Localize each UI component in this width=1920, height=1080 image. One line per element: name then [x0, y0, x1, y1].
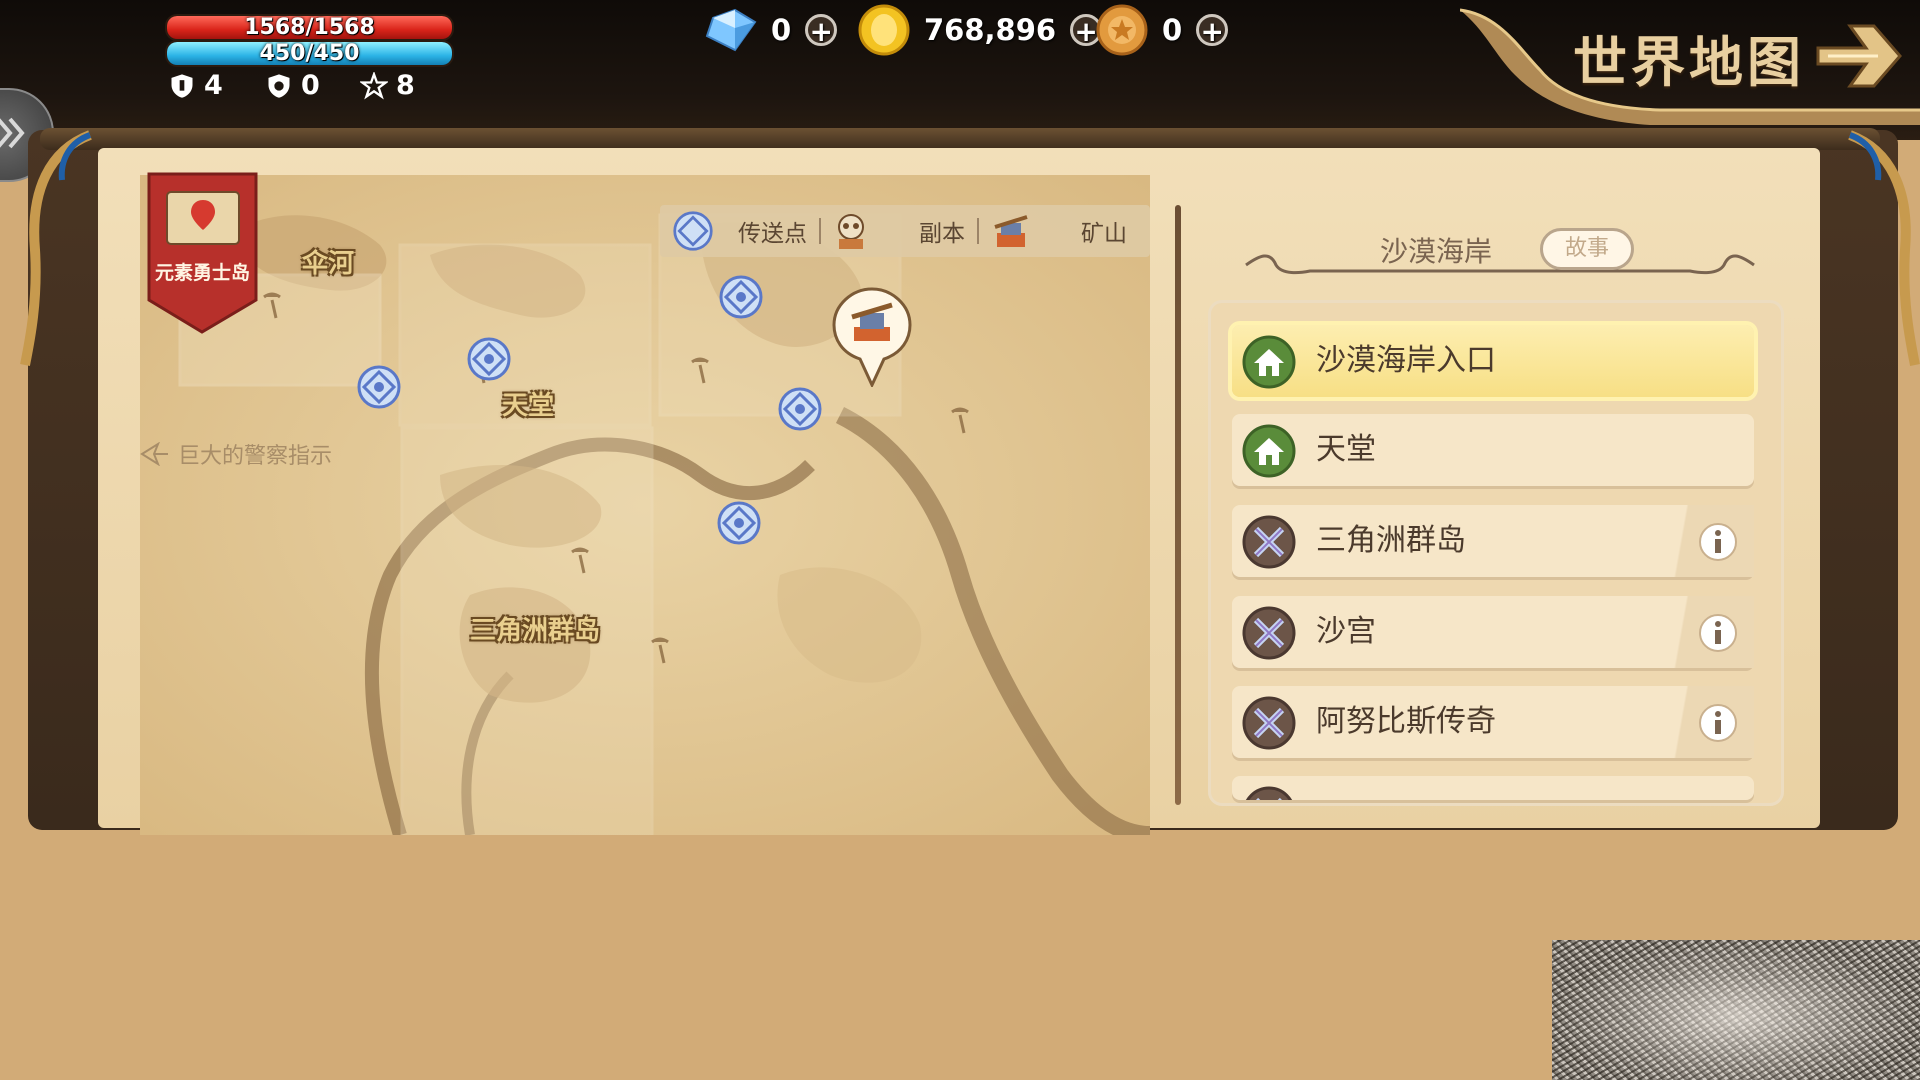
stat-star-value: 8 — [396, 70, 415, 101]
defense-shield-icon — [268, 73, 290, 98]
location-item-delta-islands[interactable]: 三角洲群岛 — [1232, 505, 1754, 577]
frame-corner-left — [20, 130, 92, 366]
region-name: 沙漠海岸 — [1380, 235, 1493, 268]
stat-shield-2: 0 — [265, 70, 320, 101]
location-item-label: 沙宫 — [1316, 614, 1376, 649]
island-ribbon[interactable] — [145, 170, 260, 335]
legend-waypoint-label: 传送点 — [738, 221, 807, 247]
arrow-right-icon[interactable] — [1814, 18, 1902, 94]
page-title: 世界地图 — [1573, 31, 1805, 94]
hp-bar: 1568/1568 — [165, 14, 454, 41]
map-legend: 传送点 副本 矿山 — [660, 205, 1150, 257]
waypoint-icon[interactable] — [716, 500, 762, 546]
stat-shield: 4 — [168, 70, 223, 101]
crossed-swords-icon — [1242, 696, 1296, 750]
location-item-anubis-legend[interactable]: 阿努比斯传奇 — [1232, 686, 1754, 758]
map-hint-text: 巨大的警察指示 — [178, 444, 333, 469]
texture-artifact — [1552, 940, 1920, 1080]
waypoint-icon[interactable] — [718, 274, 764, 320]
info-icon[interactable] — [1698, 522, 1738, 562]
info-icon[interactable] — [1698, 703, 1738, 743]
stat-shield-value: 4 — [204, 70, 223, 101]
gem-count: 0 — [771, 13, 792, 47]
arrow-left-icon — [140, 442, 168, 466]
location-item-sand-palace[interactable]: 沙宫 — [1232, 596, 1754, 668]
map-terrain — [140, 175, 1150, 835]
shield-icon — [171, 73, 193, 98]
gold-currency: 768,896 + — [858, 4, 1103, 56]
location-item-label: 沙漠海岸入口 — [1316, 343, 1496, 378]
add-gems-button[interactable]: + — [805, 14, 838, 47]
mine-location-pin-icon[interactable] — [832, 287, 912, 387]
crossed-swords-icon — [1242, 515, 1296, 569]
mine-icon — [994, 215, 1028, 247]
info-icon[interactable] — [1698, 613, 1738, 653]
map-hint[interactable]: 巨大的警察指示 — [140, 438, 332, 470]
gold-coin-icon — [858, 4, 910, 56]
token-count: 0 — [1162, 13, 1183, 47]
legend-mine-label: 矿山 — [1081, 221, 1127, 247]
legend-mine[interactable]: 矿山 — [991, 211, 1127, 251]
legend-dungeon[interactable]: 副本 — [833, 211, 965, 251]
location-item-partial[interactable] — [1232, 776, 1754, 800]
town-icon — [1242, 424, 1296, 478]
waypoint-icon[interactable] — [356, 364, 402, 410]
legend-dungeon-label: 副本 — [919, 221, 965, 247]
island-ribbon-label: 元素勇士岛 — [154, 262, 250, 284]
frame-top-bar — [40, 128, 1880, 150]
crossed-swords-icon — [1245, 786, 1293, 800]
bronze-medal-icon — [1096, 4, 1148, 56]
token-currency: 0 + — [1096, 4, 1229, 56]
waypoint-icon — [673, 211, 713, 251]
map-label-delta: 三角洲群岛 — [470, 616, 601, 646]
region-header-ornament — [1245, 254, 1755, 275]
panel-divider — [1175, 205, 1181, 805]
legend-waypoint[interactable]: 传送点 — [672, 210, 807, 252]
frame-corner-right — [1848, 130, 1920, 366]
waypoint-icon[interactable] — [466, 336, 512, 382]
stat-star: 8 — [360, 70, 415, 101]
mp-bar: 450/450 — [165, 40, 454, 67]
hp-text: 1568/1568 — [244, 15, 375, 40]
location-item-label: 阿努比斯传奇 — [1316, 704, 1496, 739]
diamond-icon — [705, 8, 757, 52]
waypoint-icon[interactable] — [777, 386, 823, 432]
top-hud: 1568/1568 450/450 4 0 8 0 + 768,896 + 0 … — [0, 0, 1920, 140]
dungeon-skull-icon — [838, 214, 864, 249]
map-label-tiantang: 天堂 — [502, 391, 555, 421]
add-tokens-button[interactable]: + — [1196, 14, 1229, 47]
location-item-label: 天堂 — [1316, 432, 1376, 467]
star-icon — [360, 71, 388, 99]
town-icon — [1242, 335, 1296, 389]
gem-currency: 0 + — [705, 8, 838, 52]
crossed-swords-icon — [1242, 606, 1296, 660]
map-label-sanhe: 伞河 — [302, 249, 355, 279]
mp-text: 450/450 — [259, 41, 360, 66]
stat-shield-2-value: 0 — [301, 70, 320, 101]
gold-count: 768,896 — [924, 13, 1057, 47]
world-map[interactable]: 伞河 天堂 三角洲群岛 — [140, 175, 1150, 835]
story-button[interactable]: 故事 — [1540, 228, 1634, 270]
location-item-tiantang[interactable]: 天堂 — [1232, 414, 1754, 486]
location-item-desert-coast-entrance[interactable]: 沙漠海岸入口 — [1232, 325, 1754, 397]
location-item-label: 三角洲群岛 — [1316, 523, 1466, 558]
